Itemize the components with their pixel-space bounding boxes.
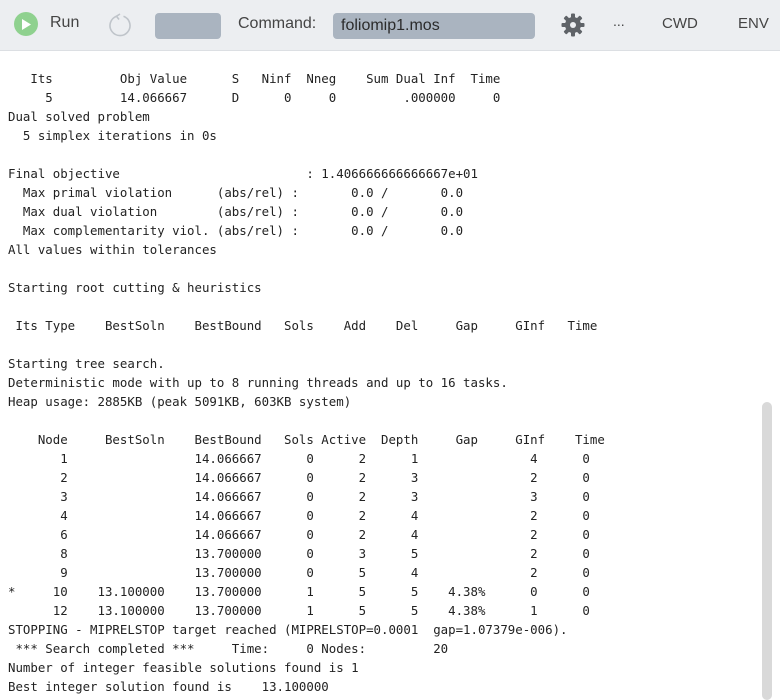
console-line: Max primal violation (abs/rel) : 0.0 / 0… <box>8 185 464 200</box>
console-line: 5 14.066667 D 0 0 .000000 0 <box>8 90 501 105</box>
console-line: 5 simplex iterations in 0s <box>8 128 217 143</box>
more-button[interactable]: ... <box>613 13 625 29</box>
cwd-button[interactable]: CWD <box>662 15 698 32</box>
blank-button[interactable] <box>155 13 221 39</box>
console-line: Its Obj Value S Ninf Nneg Sum Dual Inf T… <box>8 71 501 86</box>
console-line: Its Type BestSoln BestBound Sols Add Del… <box>8 318 598 333</box>
env-button[interactable]: ENV <box>738 15 769 32</box>
console-line: Max complementarity viol. (abs/rel) : 0.… <box>8 223 464 238</box>
console-line: 3 14.066667 0 2 3 3 0 <box>8 489 590 504</box>
command-input[interactable] <box>333 13 535 39</box>
console-output: Its Obj Value S Ninf Nneg Sum Dual Inf T… <box>8 69 768 696</box>
console-line: Heap usage: 2885KB (peak 5091KB, 603KB s… <box>8 394 352 409</box>
run-button[interactable]: Run <box>50 14 79 32</box>
console-line: 8 13.700000 0 3 5 2 0 <box>8 546 590 561</box>
scrollbar-thumb[interactable] <box>762 402 772 700</box>
console-line: *** Search completed *** Time: 0 Nodes: … <box>8 641 449 656</box>
console-line: Starting tree search. <box>8 356 165 371</box>
console-line: STOPPING - MIPRELSTOP target reached (MI… <box>8 622 568 637</box>
gear-icon[interactable] <box>560 12 586 38</box>
console-line: 1 14.066667 0 2 1 4 0 <box>8 451 590 466</box>
play-icon[interactable] <box>14 12 38 36</box>
console-line: 12 13.100000 13.700000 1 5 5 4.38% 1 0 <box>8 603 590 618</box>
command-label: Command: <box>238 15 317 32</box>
console-line: Best integer solution found is 13.100000 <box>8 679 329 694</box>
console-line: Deterministic mode with up to 8 running … <box>8 375 508 390</box>
reload-icon[interactable] <box>107 12 133 38</box>
console-line: All values within tolerances <box>8 242 217 257</box>
console-line: Number of integer feasible solutions fou… <box>8 660 359 675</box>
console-line: Node BestSoln BestBound Sols Active Dept… <box>8 432 605 447</box>
console-line: 9 13.700000 0 5 4 2 0 <box>8 565 590 580</box>
console-line: Max dual violation (abs/rel) : 0.0 / 0.0 <box>8 204 464 219</box>
console-line: 4 14.066667 0 2 4 2 0 <box>8 508 590 523</box>
toolbar: Run Command: ... CWD ENV <box>0 0 780 51</box>
console-line: Final objective : 1.406666666666667e+01 <box>8 166 478 181</box>
console-line: 6 14.066667 0 2 4 2 0 <box>8 527 590 542</box>
console-line: Dual solved problem <box>8 109 150 124</box>
console-line: Starting root cutting & heuristics <box>8 280 262 295</box>
console-line: 2 14.066667 0 2 3 2 0 <box>8 470 590 485</box>
console-line: * 10 13.100000 13.700000 1 5 5 4.38% 0 0 <box>8 584 590 599</box>
